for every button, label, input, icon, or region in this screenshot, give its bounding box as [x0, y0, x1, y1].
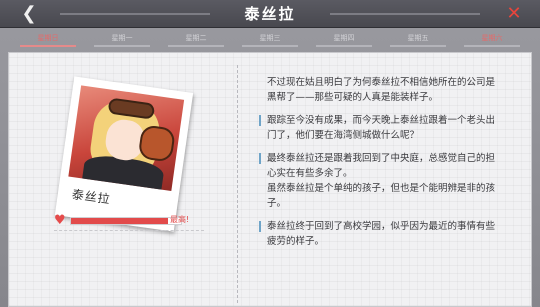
tab-saturday[interactable]: 星期六 [464, 33, 520, 47]
diary-entry: 最终泰丝拉还是跟着我回到了中央庭，总感觉自己的担 心实在有些多余了。 虽然泰丝拉… [259, 151, 529, 211]
diary-entry-text: 不过现在姑且明白了为何泰丝拉不相信她所在的公司是 黑帮了——那些可疑的人真是能装… [267, 77, 496, 103]
diary-entry: 泰丝拉终于回到了高校学园，似乎因为最近的事情有些 疲劳的样子。 [259, 219, 529, 249]
heart-icon: ♥ [54, 213, 66, 228]
diary-entry: 跟踪至今没有成果，而今天晚上泰丝拉跟着一个老头出 门了，他们要在海湾侧城做什么呢… [259, 113, 529, 143]
character-polaroid: 泰丝拉 [54, 76, 194, 232]
character-portrait [68, 85, 185, 191]
tab-tuesday[interactable]: 星期二 [168, 33, 224, 47]
character-name: 泰丝拉 [70, 187, 112, 207]
screen: ❮ 泰丝拉 ✕ 星期日 星期一 星期二 星期三 星期四 星期五 星期六 不过现在… [0, 0, 540, 307]
page-divider [237, 65, 238, 303]
diary-entry-text: 泰丝拉终于回到了高校学园，似乎因为最近的事情有些 疲劳的样子。 [267, 221, 496, 247]
tab-monday[interactable]: 星期一 [94, 33, 150, 47]
diary-entries: 不过现在姑且明白了为何泰丝拉不相信她所在的公司是 黑帮了——那些可疑的人真是能装… [259, 75, 529, 257]
title-bar: ❮ 泰丝拉 ✕ [0, 0, 540, 28]
favor-label: 最高! [170, 215, 190, 224]
favor-track [70, 217, 182, 225]
diary-entry-text: 最终泰丝拉还是跟着我回到了中央庭，总感觉自己的担 心实在有些多余了。 虽然泰丝拉… [267, 153, 496, 209]
weekday-tabs: 星期日 星期一 星期二 星期三 星期四 星期五 星期六 [20, 32, 520, 48]
tab-sunday[interactable]: 星期日 [20, 33, 76, 47]
favor-fill [71, 218, 168, 224]
portrait-glove [137, 124, 176, 163]
tab-friday[interactable]: 星期五 [390, 33, 446, 47]
tab-wednesday[interactable]: 星期三 [242, 33, 298, 47]
favor-underline [54, 230, 204, 231]
page-title: 泰丝拉 [244, 5, 296, 23]
favor-meter: ♥ 最高! [50, 213, 204, 231]
tab-thursday[interactable]: 星期四 [316, 33, 372, 47]
diary-entry: 不过现在姑且明白了为何泰丝拉不相信她所在的公司是 黑帮了——那些可疑的人真是能装… [259, 75, 529, 105]
diary-entry-text: 跟踪至今没有成果，而今天晚上泰丝拉跟着一个老头出 门了，他们要在海湾侧城做什么呢… [267, 115, 496, 141]
close-icon[interactable]: ✕ [504, 3, 524, 25]
